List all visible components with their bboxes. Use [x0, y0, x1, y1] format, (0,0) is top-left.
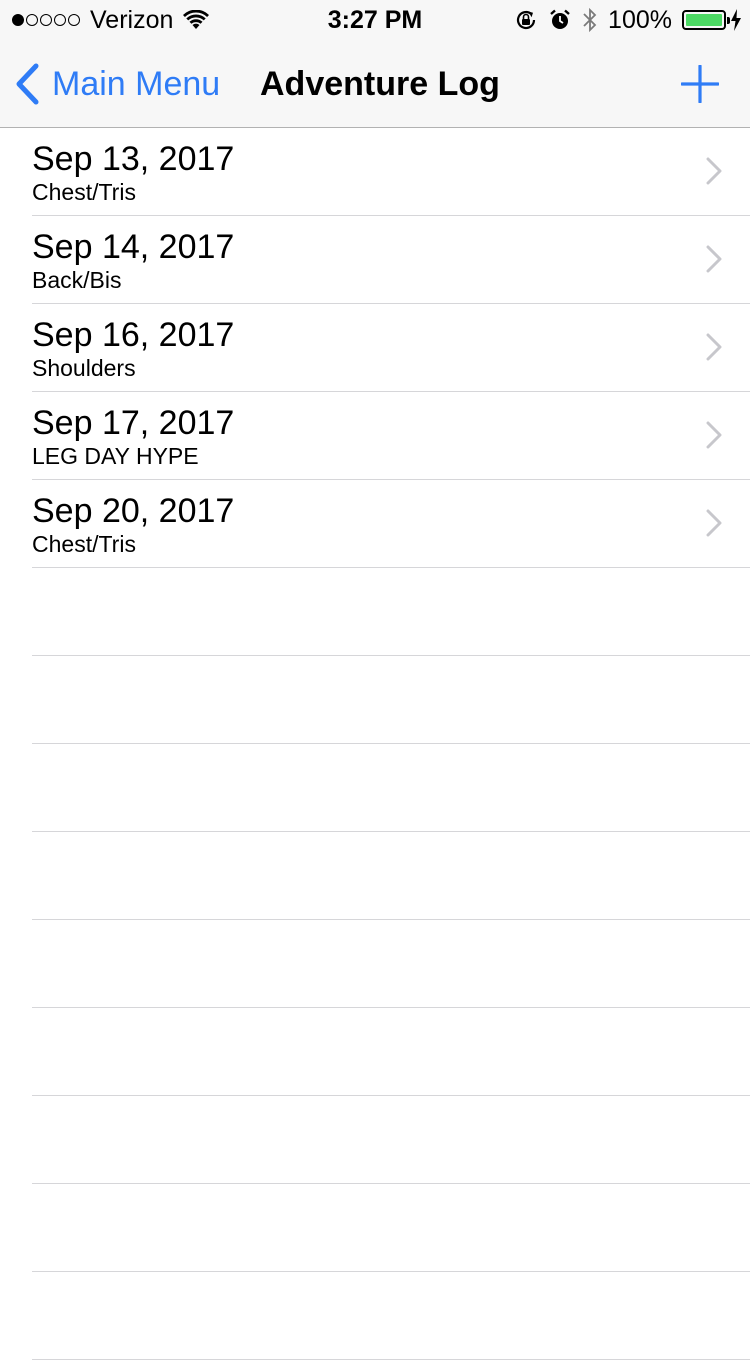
empty-row — [32, 1008, 750, 1096]
battery-level — [686, 14, 722, 26]
log-entry-row[interactable]: Sep 14, 2017 Back/Bis — [32, 216, 750, 304]
chevron-right-icon — [706, 157, 722, 185]
log-entry-workout: LEG DAY HYPE — [32, 443, 199, 469]
log-entry-row[interactable]: Sep 17, 2017 LEG DAY HYPE — [32, 392, 750, 480]
log-entry-row[interactable]: Sep 20, 2017 Chest/Tris — [32, 480, 750, 568]
battery-icon — [682, 10, 730, 30]
chevron-right-icon — [706, 421, 722, 449]
log-entry-workout: Chest/Tris — [32, 531, 136, 557]
log-entry-date: Sep 16, 2017 — [32, 316, 235, 354]
status-bar-right: 100% — [504, 6, 742, 34]
log-entry-date: Sep 14, 2017 — [32, 228, 235, 266]
page-title: Adventure Log — [260, 65, 500, 103]
charging-icon — [731, 9, 741, 31]
log-entry-date: Sep 20, 2017 — [32, 492, 235, 530]
back-button-label: Main Menu — [52, 65, 221, 103]
log-entry-workout: Back/Bis — [32, 267, 122, 293]
header: Verizon 3:27 PM 100% Main Menu Adventure… — [0, 0, 750, 128]
log-entry-row[interactable]: Sep 16, 2017 Shoulders — [32, 304, 750, 392]
back-chevron-icon — [16, 63, 39, 105]
chevron-right-icon — [706, 509, 722, 537]
empty-row — [32, 744, 750, 832]
empty-row — [32, 656, 750, 744]
plus-icon — [681, 65, 719, 103]
alarm-icon — [550, 9, 570, 29]
log-entry-row[interactable]: Sep 13, 2017 Chest/Tris — [32, 128, 750, 216]
empty-row — [32, 568, 750, 656]
empty-row — [32, 920, 750, 1008]
back-button[interactable]: Main Menu — [14, 62, 220, 106]
adventure-log-list: Sep 13, 2017 Chest/Tris Sep 14, 2017 Bac… — [0, 128, 750, 1360]
log-entry-date: Sep 17, 2017 — [32, 404, 235, 442]
status-bar: Verizon 3:27 PM 100% — [0, 0, 750, 40]
empty-row — [32, 1272, 750, 1360]
chevron-right-icon — [706, 245, 722, 273]
log-entry-workout: Chest/Tris — [32, 179, 136, 205]
add-entry-button[interactable] — [680, 62, 720, 106]
log-entry-date: Sep 13, 2017 — [32, 140, 235, 178]
battery-percentage: 100% — [608, 6, 672, 34]
log-entry-workout: Shoulders — [32, 355, 136, 381]
navigation-bar: Main Menu Adventure Log — [0, 40, 750, 128]
bluetooth-icon — [583, 7, 597, 33]
chevron-right-icon — [706, 333, 722, 361]
empty-row — [32, 1184, 750, 1272]
empty-row — [32, 1096, 750, 1184]
battery-tip — [727, 17, 730, 24]
empty-row — [32, 832, 750, 920]
rotation-lock-icon — [516, 10, 536, 30]
